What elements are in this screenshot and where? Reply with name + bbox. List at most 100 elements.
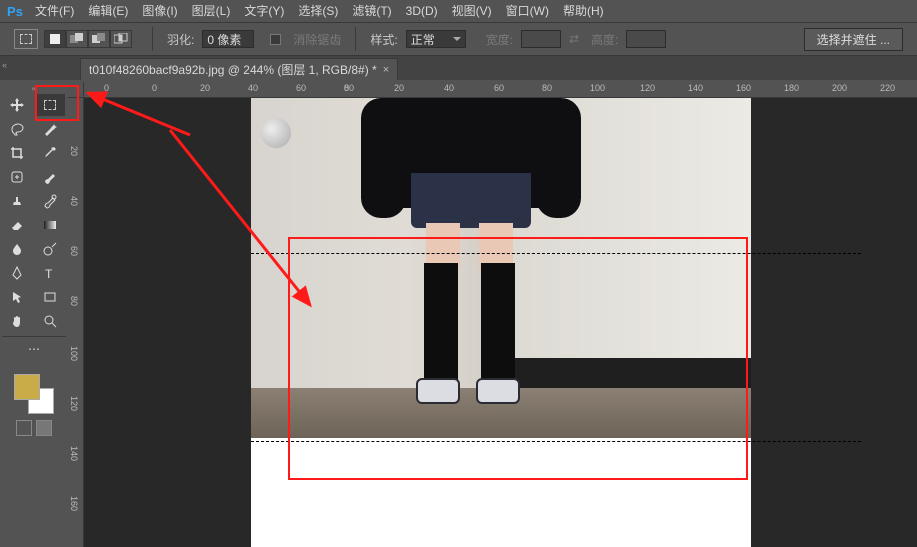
brush-tool[interactable]: [35, 166, 65, 188]
document-canvas[interactable]: [251, 98, 751, 547]
feather-label: 羽化:: [167, 31, 194, 48]
menu-view[interactable]: 视图(V): [445, 0, 499, 22]
image-content: [251, 98, 751, 438]
antialias-checkbox: [270, 34, 281, 45]
toolbox: « T ⋯: [0, 82, 68, 442]
ruler-tick: 100: [69, 346, 79, 361]
ruler-tick: 60: [494, 83, 504, 93]
ps-logo: Ps: [2, 0, 28, 22]
history-brush-tool[interactable]: [35, 190, 65, 212]
ruler-tick: 100: [590, 83, 605, 93]
type-tool[interactable]: T: [35, 262, 65, 284]
height-input: [626, 30, 666, 48]
swap-wh-icon: ⇄: [565, 30, 583, 48]
style-label: 样式:: [370, 31, 397, 48]
ruler-tick: 40: [444, 83, 454, 93]
options-bar: 羽化: 0 像素 消除锯齿 样式: 正常 宽度: ⇄ 高度: 选择并遮住 ...: [0, 22, 917, 56]
color-swatches: [2, 366, 66, 440]
ruler-tick: 80: [542, 83, 552, 93]
ruler-tick: 40: [69, 196, 79, 206]
menu-type[interactable]: 文字(Y): [237, 0, 291, 22]
active-tool-preview[interactable]: [14, 29, 38, 49]
menu-image[interactable]: 图像(I): [135, 0, 184, 22]
ruler-tick: 140: [69, 446, 79, 461]
pen-tool[interactable]: [2, 262, 32, 284]
selection-mode-group: [44, 30, 132, 48]
clone-stamp-tool[interactable]: [2, 190, 32, 212]
marquee-icon: [20, 34, 32, 44]
canvas-viewport[interactable]: [84, 98, 917, 547]
style-value: 正常: [411, 31, 435, 48]
dodge-tool[interactable]: [35, 238, 65, 260]
separator: [355, 27, 356, 51]
blur-tool[interactable]: [2, 238, 32, 260]
marquee-icon: [44, 100, 56, 110]
magic-wand-tool[interactable]: [35, 118, 65, 140]
ruler-tick: 60: [296, 83, 306, 93]
toolbox-collapse[interactable]: «: [2, 84, 66, 94]
document-tab[interactable]: t010f48260bacf9a92b.jpg @ 244% (图层 1, RG…: [80, 58, 398, 80]
add-to-selection-button[interactable]: [66, 30, 88, 48]
ruler-tick: 80: [69, 296, 79, 306]
document-tab-strip: t010f48260bacf9a92b.jpg @ 244% (图层 1, RG…: [0, 56, 917, 80]
document-tab-title: t010f48260bacf9a92b.jpg @ 244% (图层 1, RG…: [89, 61, 377, 78]
width-input: [521, 30, 561, 48]
ruler-tick: 160: [736, 83, 751, 93]
width-label: 宽度:: [486, 31, 513, 48]
antialias-label: 消除锯齿: [293, 31, 341, 48]
svg-text:T: T: [45, 267, 53, 281]
separator: [152, 27, 153, 51]
menu-help[interactable]: 帮助(H): [556, 0, 611, 22]
work-area: 0 0 20 40 60 80 0 20 40 60 80 100 120 14…: [68, 82, 917, 547]
menu-bar: Ps 文件(F) 编辑(E) 图像(I) 图层(L) 文字(Y) 选择(S) 滤…: [0, 0, 917, 22]
vertical-ruler[interactable]: 20 40 60 80 100 120 140 160: [68, 98, 84, 547]
hand-tool[interactable]: [2, 310, 32, 332]
selection-marquee-bottom: [251, 441, 861, 442]
menu-3d[interactable]: 3D(D): [399, 0, 445, 22]
close-tab-icon[interactable]: ×: [383, 64, 389, 76]
rectangular-marquee-tool[interactable]: [35, 94, 65, 116]
path-select-tool[interactable]: [2, 286, 32, 308]
intersect-selection-button[interactable]: [110, 30, 132, 48]
ruler-origin[interactable]: [68, 82, 84, 98]
subtract-selection-button[interactable]: [88, 30, 110, 48]
ruler-tick: 60: [69, 246, 79, 256]
menu-edit[interactable]: 编辑(E): [81, 0, 135, 22]
ruler-tick: 220: [880, 83, 895, 93]
ruler-tick: 20: [69, 146, 79, 156]
rectangle-shape-tool[interactable]: [35, 286, 65, 308]
eraser-tool[interactable]: [2, 214, 32, 236]
ruler-tick: 120: [640, 83, 655, 93]
select-and-mask-button[interactable]: 选择并遮住 ...: [804, 28, 903, 51]
new-selection-button[interactable]: [44, 30, 66, 48]
chevron-down-icon: [453, 37, 461, 41]
standard-mode-button[interactable]: [16, 420, 32, 436]
move-tool[interactable]: [2, 94, 32, 116]
ruler-tick: 120: [69, 396, 79, 411]
menu-layer[interactable]: 图层(L): [185, 0, 238, 22]
eyedropper-tool[interactable]: [35, 142, 65, 164]
menu-filter[interactable]: 滤镜(T): [345, 0, 398, 22]
style-dropdown[interactable]: 正常: [406, 30, 466, 48]
quick-mask-button[interactable]: [36, 420, 52, 436]
zoom-tool[interactable]: [35, 310, 65, 332]
spot-healing-tool[interactable]: [2, 166, 32, 188]
ruler-tick: 200: [832, 83, 847, 93]
selection-marquee-top: [251, 253, 861, 254]
ruler-tick: 0: [344, 83, 349, 93]
horizontal-ruler[interactable]: 0 0 20 40 60 80 0 20 40 60 80 100 120 14…: [84, 82, 917, 98]
ruler-tick: 180: [784, 83, 799, 93]
ruler-tick: 20: [200, 83, 210, 93]
menu-window[interactable]: 窗口(W): [499, 0, 556, 22]
menu-file[interactable]: 文件(F): [28, 0, 81, 22]
gradient-tool[interactable]: [35, 214, 65, 236]
crop-tool[interactable]: [2, 142, 32, 164]
feather-input[interactable]: 0 像素: [202, 30, 254, 48]
ruler-tick: 40: [248, 83, 258, 93]
ruler-tick: 20: [394, 83, 404, 93]
foreground-color-swatch[interactable]: [14, 374, 40, 400]
lasso-tool[interactable]: [2, 118, 32, 140]
collapse-handle[interactable]: «: [2, 60, 12, 70]
menu-select[interactable]: 选择(S): [291, 0, 345, 22]
ruler-tick: 0: [152, 83, 157, 93]
